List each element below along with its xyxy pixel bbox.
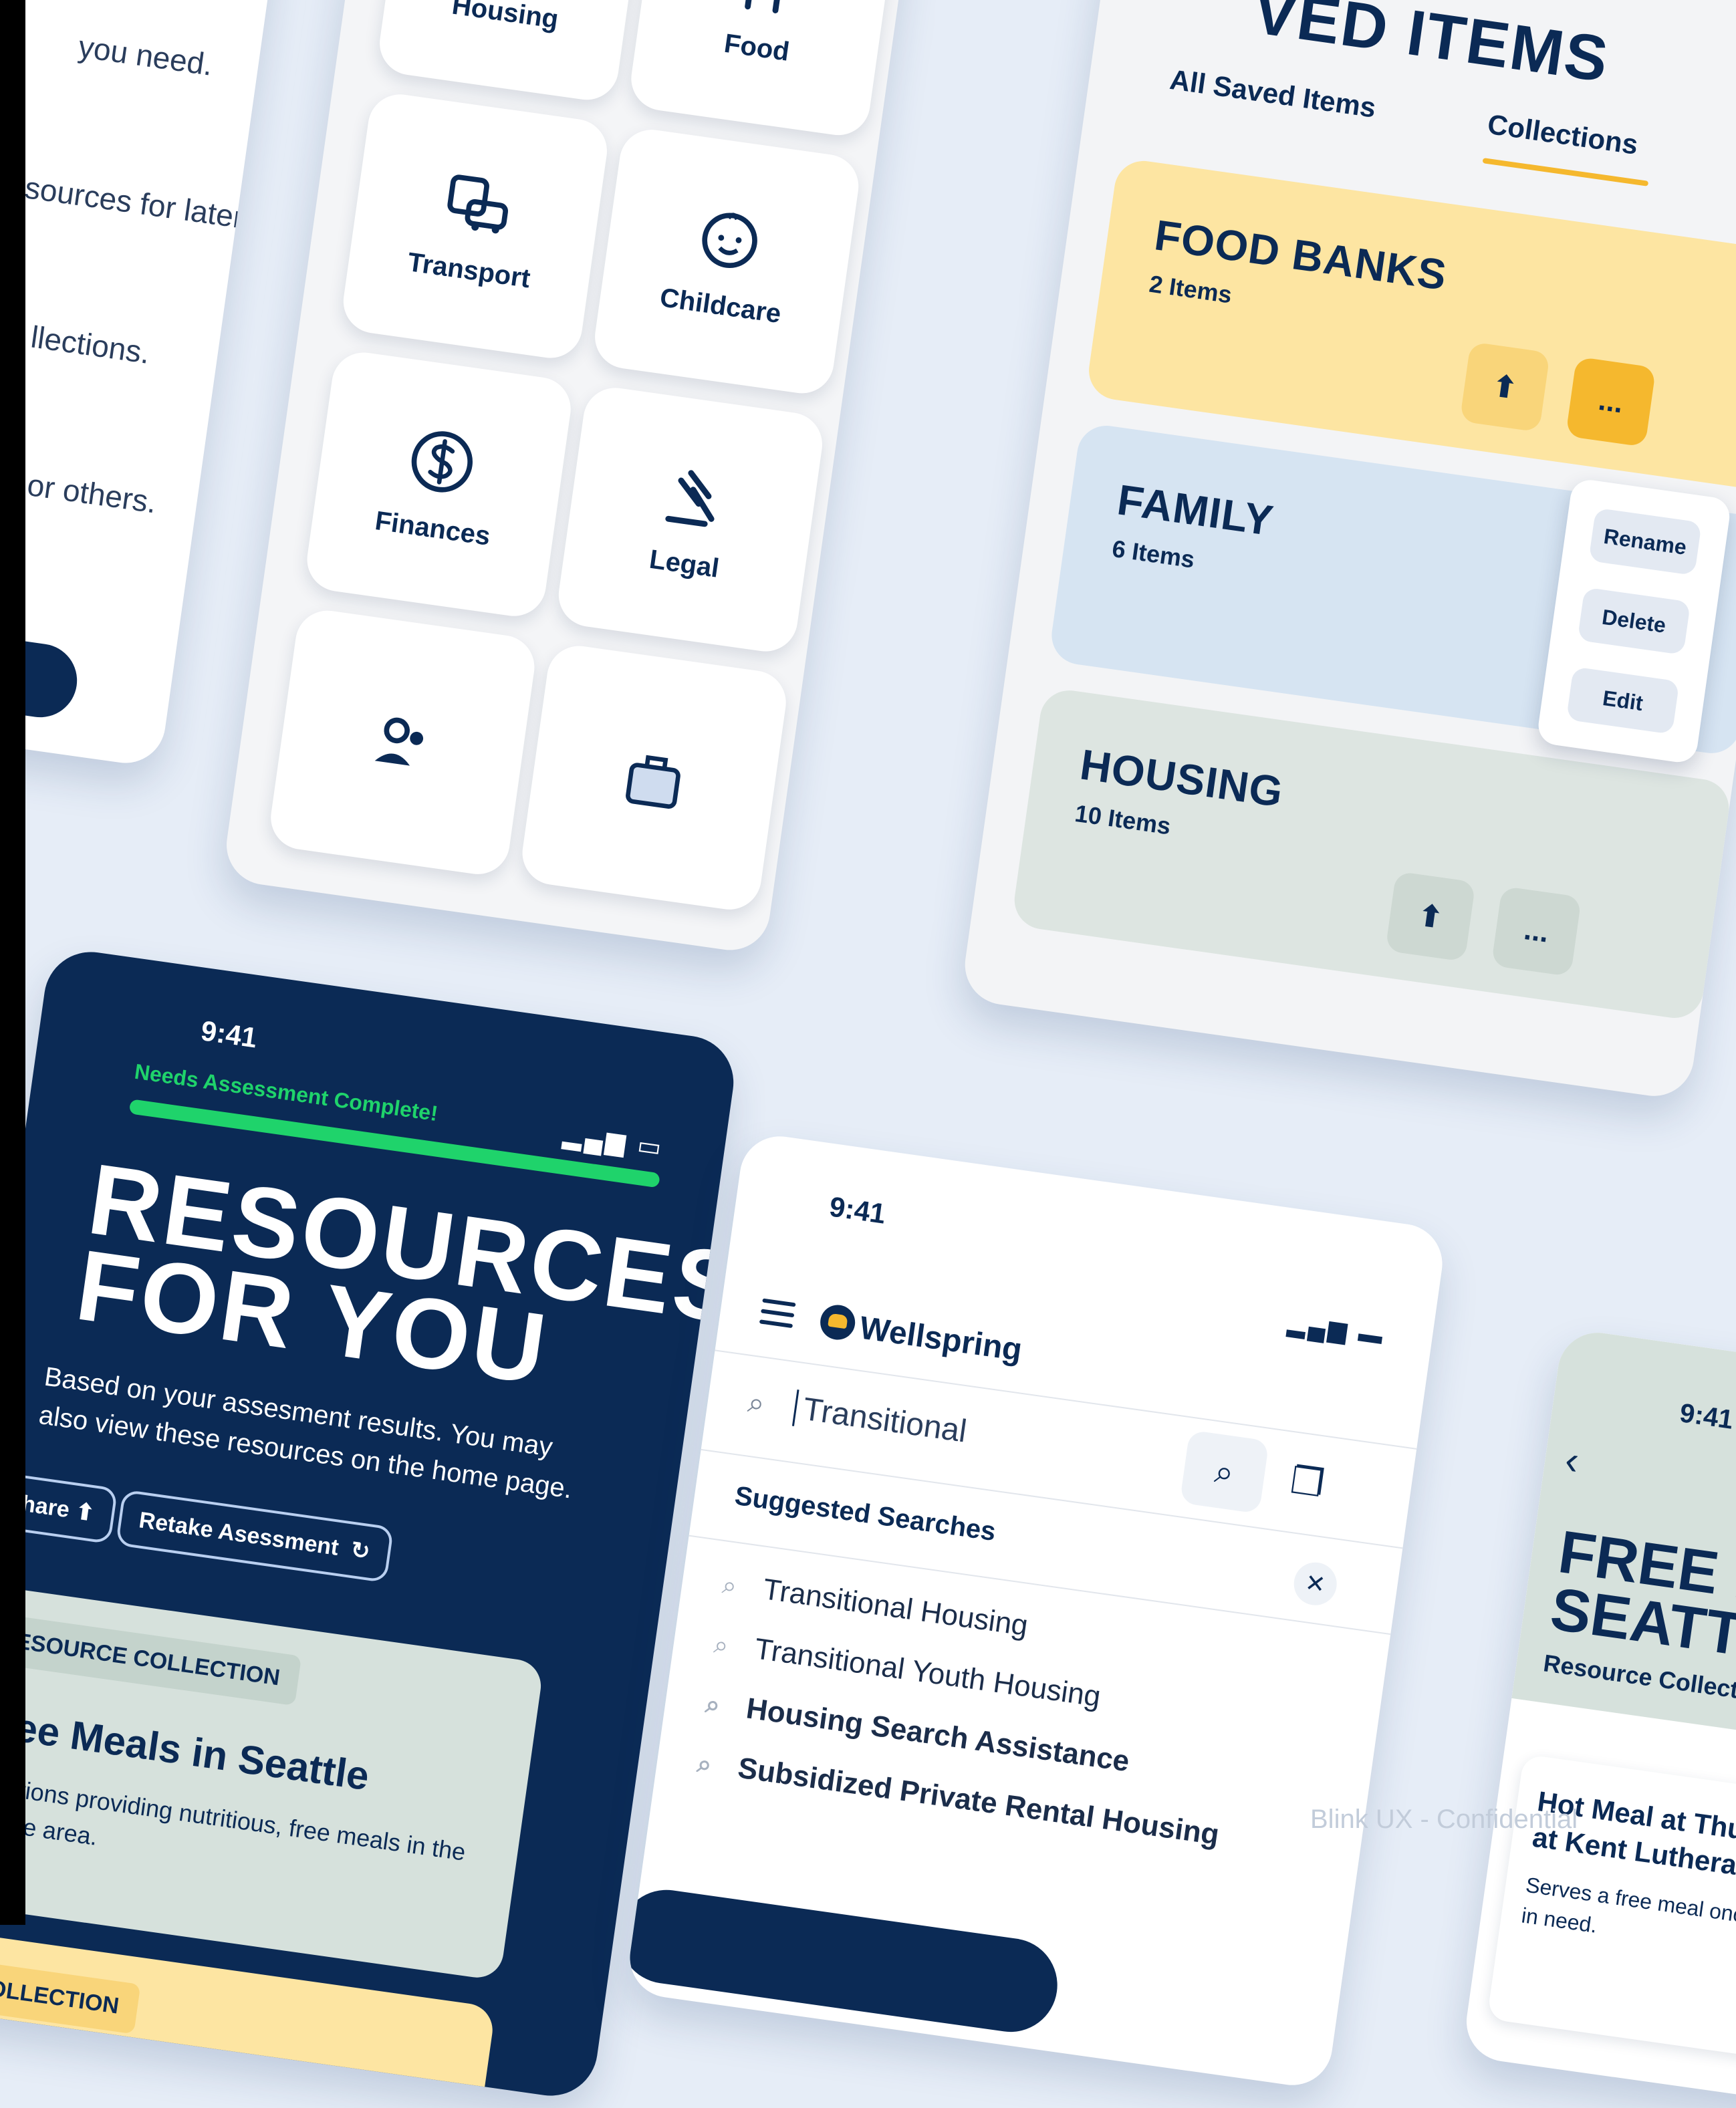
collection-description: Locations providing nutritious, free mea… xyxy=(0,1768,467,1866)
retake-label: Retake Asessment xyxy=(137,1506,341,1561)
search-icon: ⌕ xyxy=(1212,1452,1237,1492)
category-label: Legal xyxy=(647,544,721,583)
collection-count: 10 Items xyxy=(1073,799,1172,840)
category-label: Housing xyxy=(450,0,561,34)
refresh-icon: ↻ xyxy=(349,1537,372,1565)
categories-panel: Housing Food Transport Childcare Finance… xyxy=(221,0,915,956)
category-label: Finances xyxy=(373,505,493,551)
status-time: 9:41 xyxy=(199,1015,259,1054)
intro-line: f or others. xyxy=(8,465,159,520)
category-work[interactable] xyxy=(518,642,790,914)
showcase-scene: you need. sources for later. llections. … xyxy=(0,0,1736,2108)
intro-line: llections. xyxy=(29,319,152,370)
suggestion-item[interactable]: ⌕ Subsidized Private Rental Housing xyxy=(695,1746,1221,1852)
menu-delete[interactable]: Delete xyxy=(1577,587,1691,656)
category-transport[interactable]: Transport xyxy=(339,90,612,362)
bookmarks-icon[interactable]: ❐ xyxy=(1287,1458,1327,1506)
dollar-circle-icon xyxy=(411,430,473,493)
saved-items-screen: VED ITEMS All Saved Items Collections FO… xyxy=(959,0,1736,1101)
category-legal[interactable]: Legal xyxy=(554,384,827,656)
category-housing[interactable]: Housing xyxy=(375,0,648,104)
tab-all-saved[interactable]: All Saved Items xyxy=(1168,63,1378,124)
watermark: Blink UX - Confidential xyxy=(1310,1805,1578,1834)
category-label: Transport xyxy=(406,247,533,293)
baby-face-icon xyxy=(702,212,757,268)
menu-icon[interactable] xyxy=(759,1298,796,1330)
suggestion-text: Transitional Housing xyxy=(761,1573,1030,1643)
tab-collections[interactable]: Collections xyxy=(1485,108,1640,161)
collection-count: 6 Items xyxy=(1110,534,1197,573)
category-childcare[interactable]: Childcare xyxy=(590,125,863,398)
menu-edit[interactable]: Edit xyxy=(1566,666,1680,735)
category-label: Childcare xyxy=(658,282,783,329)
intro-card: you need. sources for later. llections. … xyxy=(0,0,292,769)
more-button[interactable]: ... xyxy=(1565,356,1656,448)
collection-tag: RESOURCE COLLECTION xyxy=(0,1611,302,1706)
resource-collection-card[interactable]: RESOURCE COLLECTION Free Meals in Seattl… xyxy=(0,1583,545,1981)
intro-line: sources for later. xyxy=(23,170,253,236)
gavel-icon xyxy=(665,469,715,527)
close-icon[interactable]: ✕ xyxy=(1291,1559,1340,1608)
category-people[interactable] xyxy=(267,606,539,879)
share-icon[interactable]: ⬆ xyxy=(1385,871,1476,962)
resources-screen: 9:41 ▂▄▆ ▭ Needs Assessment Complete! RE… xyxy=(0,946,740,2102)
search-icon: ⌕ xyxy=(695,1749,714,1780)
search-screen: 9:41 ▂▄▆ ▬ Wellspring ⌕ Transitional ⌕ ❐… xyxy=(624,1131,1448,2091)
category-food[interactable]: Food xyxy=(627,0,899,140)
collection-name: FAMILY xyxy=(1114,475,1277,545)
category-finances[interactable]: Finances xyxy=(303,348,575,620)
fork-knife-icon xyxy=(744,0,786,13)
collection-tag: E COLLECTION xyxy=(0,1956,141,2034)
briefcase-icon xyxy=(626,755,680,809)
collection-detail-screen: 9:41 ‹ FREE M SEATTLE Resource Collectio… xyxy=(1461,1327,1736,2108)
search-icon: ⌕ xyxy=(720,1571,739,1601)
suggestion-item[interactable]: ⌕ Transitional Housing xyxy=(721,1567,1030,1643)
intro-line: you need. xyxy=(76,29,215,82)
collection-count: 2 Items xyxy=(1147,269,1234,309)
search-icon: ⌕ xyxy=(703,1690,722,1720)
suggestion-text: Subsidized Private Rental Housing xyxy=(735,1751,1221,1852)
resource-description: Serves a free meal once a in need. xyxy=(1519,1869,1736,1965)
resource-item-card[interactable]: Hot Meal at Thur at Kent Lutheran C Serv… xyxy=(1487,1754,1736,2067)
bus-car-icon xyxy=(447,174,509,233)
search-icon: ⌕ xyxy=(712,1630,731,1661)
left-edge xyxy=(0,0,25,1925)
share-icon[interactable]: ⬆ xyxy=(1459,342,1551,432)
menu-rename[interactable]: Rename xyxy=(1588,507,1702,576)
primary-button[interactable] xyxy=(624,1883,1064,2038)
retake-assessment-button[interactable]: Retake Asessment ↻ xyxy=(115,1489,394,1583)
active-tab-indicator xyxy=(1482,158,1649,186)
status-time: 9:41 xyxy=(827,1190,888,1230)
search-button[interactable]: ⌕ xyxy=(1179,1430,1269,1514)
status-icons: ▂▄▆ ▭ xyxy=(561,1121,666,1163)
more-button[interactable]: ... xyxy=(1491,886,1582,977)
people-icon xyxy=(374,717,424,766)
category-label: Food xyxy=(722,28,791,67)
suggested-searches-heading: Suggested Searches xyxy=(733,1480,998,1547)
share-icon: ⬆ xyxy=(74,1498,96,1527)
status-icons: ▂▄▆ ▬ xyxy=(1285,1309,1388,1350)
